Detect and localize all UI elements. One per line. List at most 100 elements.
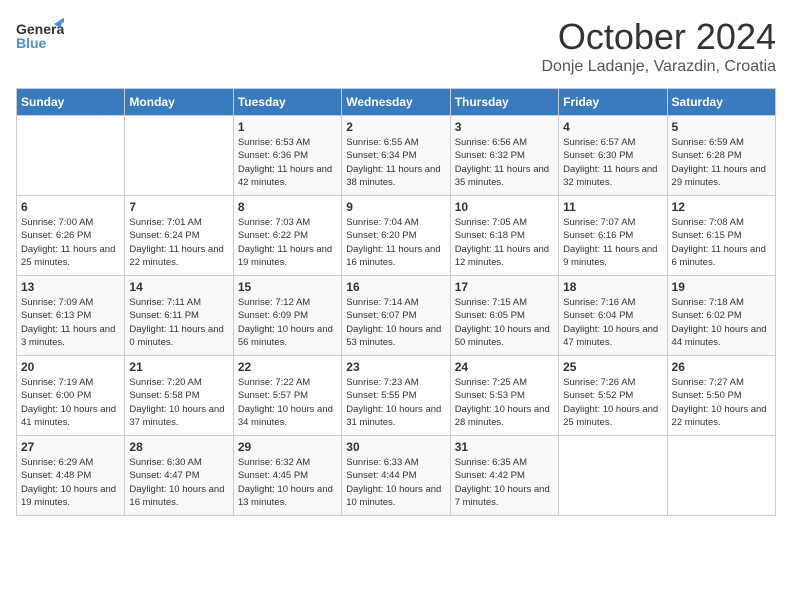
day-info: Sunrise: 7:08 AMSunset: 6:15 PMDaylight:… <box>672 216 771 269</box>
calendar-cell: 16 Sunrise: 7:14 AMSunset: 6:07 PMDayligh… <box>342 276 450 356</box>
day-number: 6 <box>21 200 120 214</box>
day-number: 5 <box>672 120 771 134</box>
day-number: 30 <box>346 440 445 454</box>
location-subtitle: Donje Ladanje, Varazdin, Croatia <box>541 58 776 76</box>
day-number: 9 <box>346 200 445 214</box>
title-block: October 2024 Donje Ladanje, Varazdin, Cr… <box>541 16 776 76</box>
day-number: 19 <box>672 280 771 294</box>
calendar-cell: 26 Sunrise: 7:27 AMSunset: 5:50 PMDayligh… <box>667 356 775 436</box>
weekday-header-tuesday: Tuesday <box>233 89 341 116</box>
day-info: Sunrise: 6:55 AMSunset: 6:34 PMDaylight:… <box>346 136 445 189</box>
day-info: Sunrise: 7:09 AMSunset: 6:13 PMDaylight:… <box>21 296 120 349</box>
day-number: 12 <box>672 200 771 214</box>
svg-text:Blue: Blue <box>16 35 47 51</box>
calendar-week-row: 6 Sunrise: 7:00 AMSunset: 6:26 PMDaylight… <box>17 196 776 276</box>
day-info: Sunrise: 7:01 AMSunset: 6:24 PMDaylight:… <box>129 216 228 269</box>
weekday-header-row: SundayMondayTuesdayWednesdayThursdayFrid… <box>17 89 776 116</box>
day-number: 28 <box>129 440 228 454</box>
calendar-cell: 25Sunrise: 7:26 AMSunset: 5:52 PMDayligh… <box>559 356 667 436</box>
calendar-cell: 31 Sunrise: 6:35 AMSunset: 4:42 PMDayligh… <box>450 436 558 516</box>
day-number: 4 <box>563 120 662 134</box>
calendar-cell: 18Sunrise: 7:16 AMSunset: 6:04 PMDayligh… <box>559 276 667 356</box>
day-info: Sunrise: 6:32 AMSunset: 4:45 PMDaylight:… <box>238 456 337 509</box>
day-number: 1 <box>238 120 337 134</box>
weekday-header-saturday: Saturday <box>667 89 775 116</box>
calendar-cell <box>667 436 775 516</box>
weekday-header-monday: Monday <box>125 89 233 116</box>
calendar-cell: 24Sunrise: 7:25 AMSunset: 5:53 PMDayligh… <box>450 356 558 436</box>
day-info: Sunrise: 6:35 AMSunset: 4:42 PMDaylight:… <box>455 456 554 509</box>
day-info: Sunrise: 7:14 AMSunset: 6:07 PMDaylight:… <box>346 296 445 349</box>
day-number: 11 <box>563 200 662 214</box>
calendar-cell <box>17 116 125 196</box>
calendar-cell: 13 Sunrise: 7:09 AMSunset: 6:13 PMDayligh… <box>17 276 125 356</box>
day-number: 22 <box>238 360 337 374</box>
day-info: Sunrise: 7:19 AMSunset: 6:00 PMDaylight:… <box>21 376 120 429</box>
calendar-cell: 21Sunrise: 7:20 AMSunset: 5:58 PMDayligh… <box>125 356 233 436</box>
day-number: 25 <box>563 360 662 374</box>
calendar-cell <box>559 436 667 516</box>
calendar-cell: 3Sunrise: 6:56 AMSunset: 6:32 PMDaylight… <box>450 116 558 196</box>
day-number: 8 <box>238 200 337 214</box>
day-number: 7 <box>129 200 228 214</box>
weekday-header-friday: Friday <box>559 89 667 116</box>
day-info: Sunrise: 7:12 AMSunset: 6:09 PMDaylight:… <box>238 296 337 349</box>
day-number: 16 <box>346 280 445 294</box>
day-info: Sunrise: 6:30 AMSunset: 4:47 PMDaylight:… <box>129 456 228 509</box>
calendar-cell: 23Sunrise: 7:23 AMSunset: 5:55 PMDayligh… <box>342 356 450 436</box>
calendar-cell: 27 Sunrise: 6:29 AMSunset: 4:48 PMDayligh… <box>17 436 125 516</box>
day-number: 31 <box>455 440 554 454</box>
day-info: Sunrise: 7:22 AMSunset: 5:57 PMDaylight:… <box>238 376 337 429</box>
calendar-week-row: 27 Sunrise: 6:29 AMSunset: 4:48 PMDayligh… <box>17 436 776 516</box>
day-number: 27 <box>21 440 120 454</box>
weekday-header-sunday: Sunday <box>17 89 125 116</box>
calendar-cell: 11 Sunrise: 7:07 AMSunset: 6:16 PMDayligh… <box>559 196 667 276</box>
calendar-cell: 15Sunrise: 7:12 AMSunset: 6:09 PMDayligh… <box>233 276 341 356</box>
calendar-cell: 20 Sunrise: 7:19 AMSunset: 6:00 PMDayligh… <box>17 356 125 436</box>
day-info: Sunrise: 6:53 AMSunset: 6:36 PMDaylight:… <box>238 136 337 189</box>
day-info: Sunrise: 6:29 AMSunset: 4:48 PMDaylight:… <box>21 456 120 509</box>
day-info: Sunrise: 7:11 AMSunset: 6:11 PMDaylight:… <box>129 296 228 349</box>
calendar-cell: 30 Sunrise: 6:33 AMSunset: 4:44 PMDayligh… <box>342 436 450 516</box>
day-info: Sunrise: 7:23 AMSunset: 5:55 PMDaylight:… <box>346 376 445 429</box>
page-header: General Blue October 2024 Donje Ladanje,… <box>16 16 776 76</box>
day-info: Sunrise: 7:20 AMSunset: 5:58 PMDaylight:… <box>129 376 228 429</box>
day-info: Sunrise: 6:56 AMSunset: 6:32 PMDaylight:… <box>455 136 554 189</box>
day-info: Sunrise: 7:07 AMSunset: 6:16 PMDaylight:… <box>563 216 662 269</box>
day-info: Sunrise: 7:16 AMSunset: 6:04 PMDaylight:… <box>563 296 662 349</box>
day-info: Sunrise: 6:33 AMSunset: 4:44 PMDaylight:… <box>346 456 445 509</box>
logo-icon: General Blue <box>16 16 64 61</box>
logo: General Blue <box>16 16 64 61</box>
calendar-cell: 7 Sunrise: 7:01 AMSunset: 6:24 PMDaylight… <box>125 196 233 276</box>
day-info: Sunrise: 7:04 AMSunset: 6:20 PMDaylight:… <box>346 216 445 269</box>
calendar-cell: 14Sunrise: 7:11 AMSunset: 6:11 PMDayligh… <box>125 276 233 356</box>
calendar-cell: 5 Sunrise: 6:59 AMSunset: 6:28 PMDaylight… <box>667 116 775 196</box>
calendar-cell: 29 Sunrise: 6:32 AMSunset: 4:45 PMDayligh… <box>233 436 341 516</box>
weekday-header-thursday: Thursday <box>450 89 558 116</box>
day-info: Sunrise: 7:05 AMSunset: 6:18 PMDaylight:… <box>455 216 554 269</box>
day-info: Sunrise: 7:00 AMSunset: 6:26 PMDaylight:… <box>21 216 120 269</box>
calendar-table: SundayMondayTuesdayWednesdayThursdayFrid… <box>16 88 776 516</box>
calendar-cell: 17Sunrise: 7:15 AMSunset: 6:05 PMDayligh… <box>450 276 558 356</box>
day-number: 13 <box>21 280 120 294</box>
day-number: 29 <box>238 440 337 454</box>
calendar-cell: 1 Sunrise: 6:53 AMSunset: 6:36 PMDaylight… <box>233 116 341 196</box>
calendar-cell: 9 Sunrise: 7:04 AMSunset: 6:20 PMDaylight… <box>342 196 450 276</box>
day-info: Sunrise: 6:59 AMSunset: 6:28 PMDaylight:… <box>672 136 771 189</box>
calendar-cell: 22 Sunrise: 7:22 AMSunset: 5:57 PMDayligh… <box>233 356 341 436</box>
calendar-cell: 2 Sunrise: 6:55 AMSunset: 6:34 PMDaylight… <box>342 116 450 196</box>
calendar-cell: 8Sunrise: 7:03 AMSunset: 6:22 PMDaylight… <box>233 196 341 276</box>
calendar-cell: 19Sunrise: 7:18 AMSunset: 6:02 PMDayligh… <box>667 276 775 356</box>
day-number: 2 <box>346 120 445 134</box>
weekday-header-wednesday: Wednesday <box>342 89 450 116</box>
day-number: 20 <box>21 360 120 374</box>
day-info: Sunrise: 7:25 AMSunset: 5:53 PMDaylight:… <box>455 376 554 429</box>
day-number: 10 <box>455 200 554 214</box>
calendar-cell <box>125 116 233 196</box>
day-number: 26 <box>672 360 771 374</box>
day-info: Sunrise: 7:27 AMSunset: 5:50 PMDaylight:… <box>672 376 771 429</box>
day-info: Sunrise: 7:15 AMSunset: 6:05 PMDaylight:… <box>455 296 554 349</box>
calendar-week-row: 20 Sunrise: 7:19 AMSunset: 6:00 PMDayligh… <box>17 356 776 436</box>
calendar-cell: 12 Sunrise: 7:08 AMSunset: 6:15 PMDayligh… <box>667 196 775 276</box>
month-title: October 2024 <box>541 16 776 58</box>
